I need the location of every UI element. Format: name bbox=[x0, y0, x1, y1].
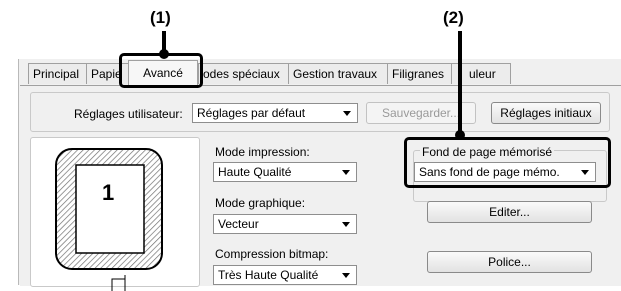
callout-2-highlight bbox=[404, 137, 611, 188]
tab-label: Papie bbox=[91, 67, 122, 81]
font-button-label: Police... bbox=[488, 255, 531, 269]
tab-filigranes[interactable]: Filigranes bbox=[387, 63, 453, 84]
chevron-down-icon bbox=[343, 111, 351, 116]
initial-settings-button[interactable]: Réglages initiaux bbox=[491, 102, 601, 124]
chevron-down-icon bbox=[342, 273, 350, 278]
graphics-mode-label: Mode graphique: bbox=[215, 196, 306, 210]
print-mode-value: Haute Qualité bbox=[218, 165, 292, 179]
bitmap-compression-select[interactable]: Très Haute Qualité bbox=[213, 265, 357, 285]
print-mode-label: Mode impression: bbox=[215, 145, 310, 159]
bitmap-compression-label: Compression bitmap: bbox=[215, 247, 329, 261]
chevron-down-icon bbox=[342, 170, 350, 175]
page-preview bbox=[55, 148, 163, 291]
callout-2-leader bbox=[458, 31, 462, 136]
tab-label: Filigranes bbox=[392, 67, 445, 81]
tab-label: Gestion travaux bbox=[293, 67, 378, 81]
tab-label: Principal bbox=[33, 67, 80, 81]
tab-avance[interactable]: Avancé bbox=[128, 60, 198, 85]
user-settings-value: Réglages par défaut bbox=[197, 106, 306, 120]
tab-label: Avancé bbox=[143, 66, 183, 80]
print-mode-select[interactable]: Haute Qualité bbox=[213, 162, 357, 182]
edit-button[interactable]: Editer... bbox=[427, 201, 592, 223]
bitmap-compression-value: Très Haute Qualité bbox=[218, 268, 319, 282]
save-button-label: Sauvegarder... bbox=[381, 106, 461, 120]
callout-2: (2) bbox=[443, 8, 464, 27]
graphics-mode-select[interactable]: Vecteur bbox=[213, 214, 357, 234]
tab-label: odes spéciaux bbox=[203, 67, 280, 81]
font-button[interactable]: Police... bbox=[427, 251, 592, 273]
callout-1: (1) bbox=[150, 8, 171, 27]
preview-page-number: 1 bbox=[102, 180, 115, 205]
tab-principal[interactable]: Principal bbox=[28, 63, 88, 84]
tab-gestion-travaux[interactable]: Gestion travaux bbox=[288, 63, 390, 84]
user-settings-label: Réglages utilisateur: bbox=[74, 107, 183, 121]
edit-button-label: Editer... bbox=[489, 205, 530, 219]
user-settings-select[interactable]: Réglages par défaut bbox=[192, 103, 358, 123]
graphics-mode-value: Vecteur bbox=[218, 217, 259, 231]
initial-settings-label: Réglages initiaux bbox=[500, 106, 592, 120]
chevron-down-icon bbox=[342, 222, 350, 227]
tab-modes-speciaux[interactable]: odes spéciaux bbox=[198, 63, 290, 84]
